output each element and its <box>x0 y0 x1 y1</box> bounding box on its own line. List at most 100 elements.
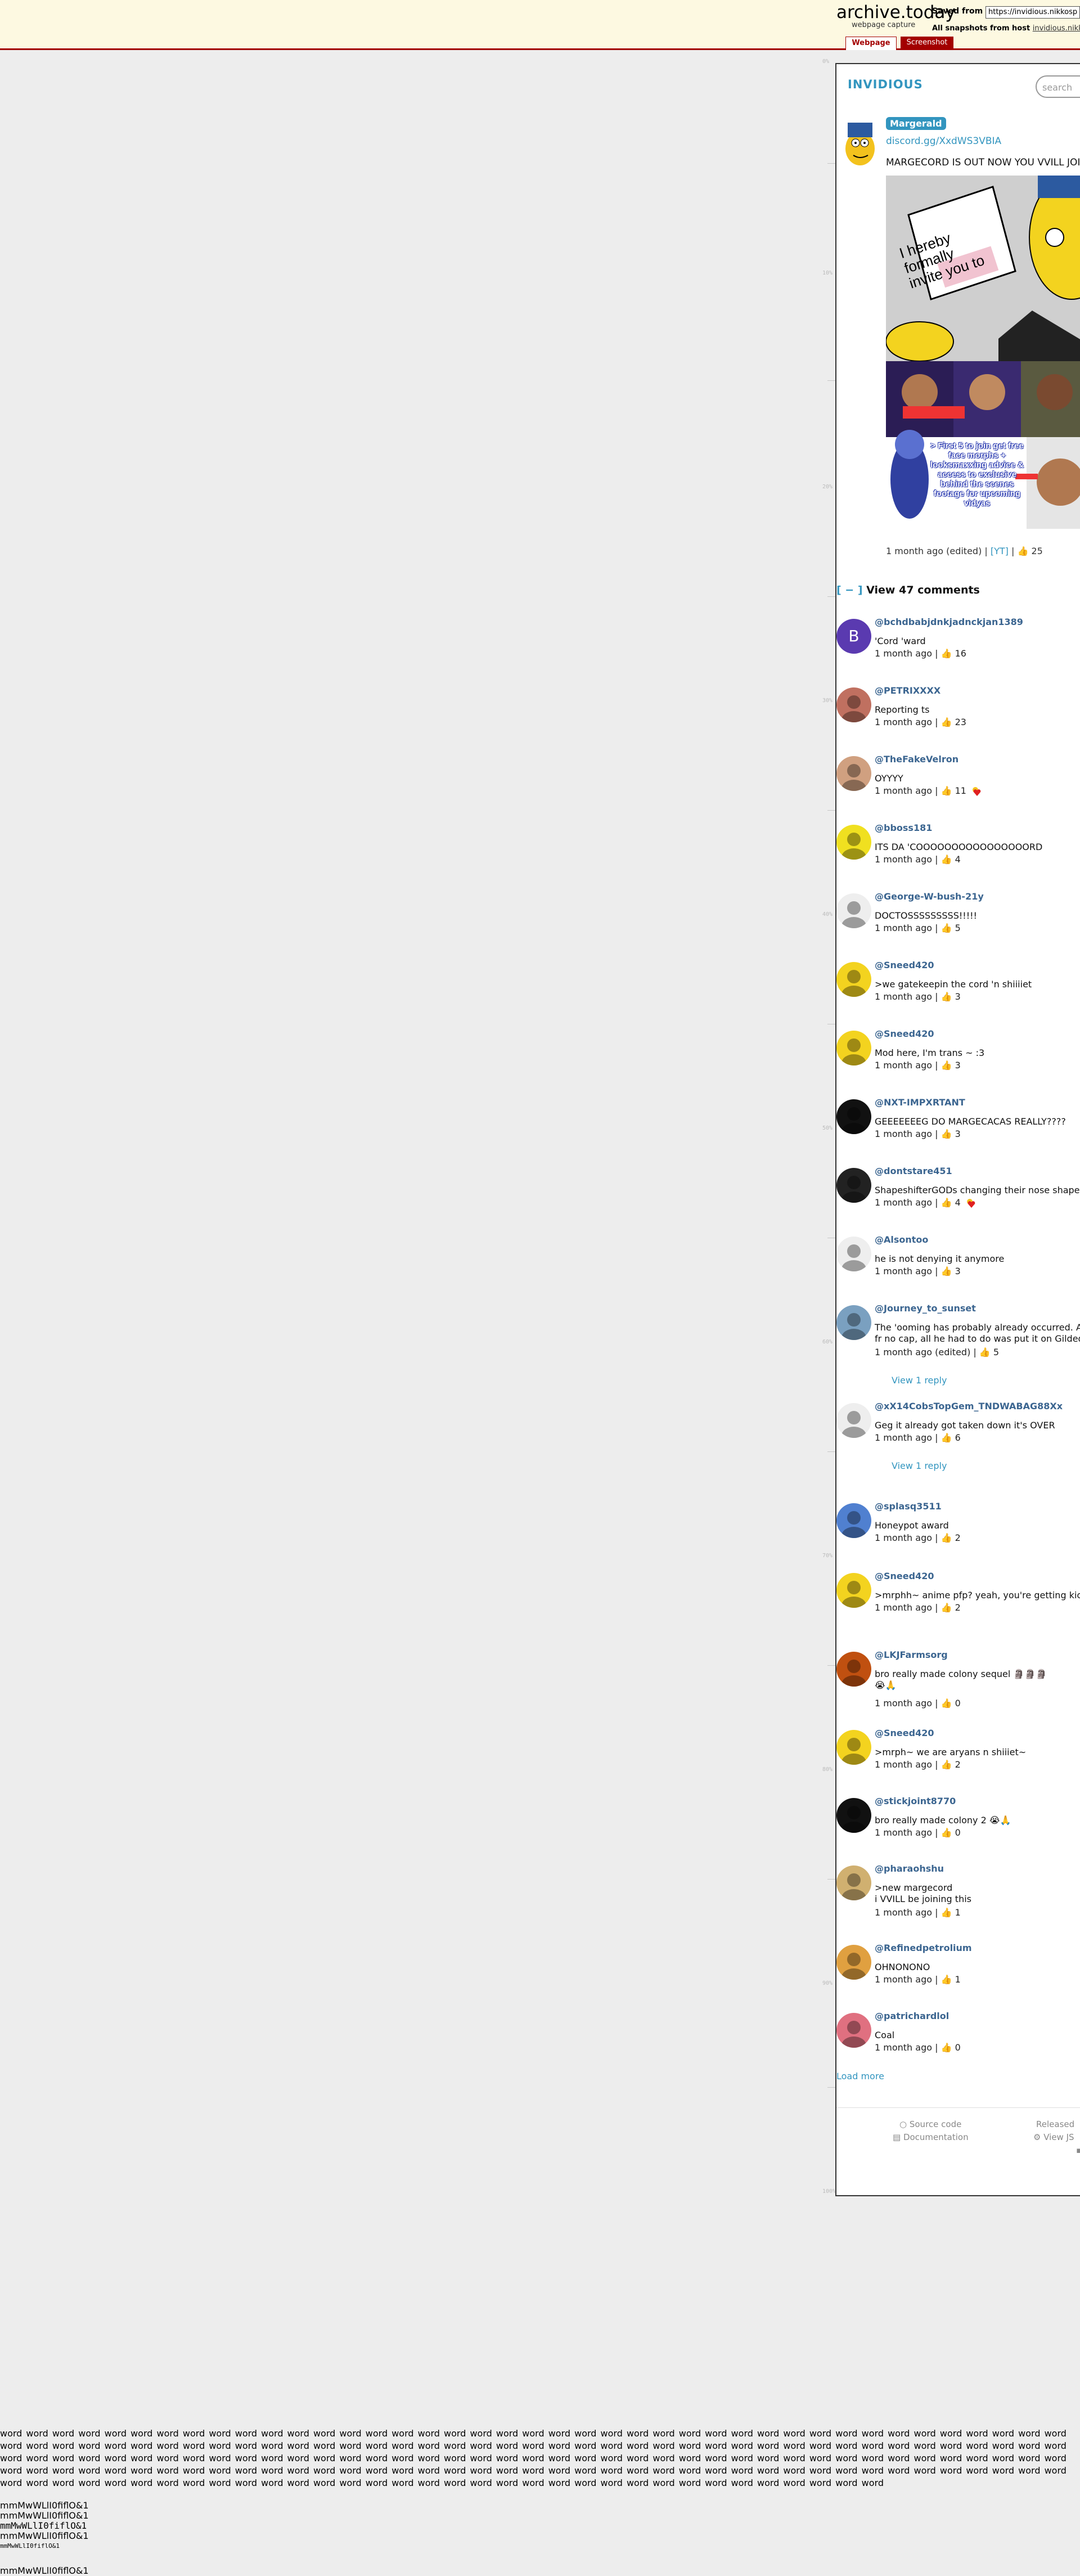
comment-avatar[interactable] <box>836 756 871 791</box>
comment-meta: 1 month ago | 👍 3 <box>875 1129 961 1139</box>
channel-avatar[interactable] <box>836 116 881 168</box>
comment-meta-text: 1 month ago | 👍 16 <box>875 648 966 659</box>
comment-text: he is not denying it anymore <box>875 1253 1005 1264</box>
view-replies-link[interactable]: View 1 reply <box>892 1375 947 1386</box>
tab-webpage[interactable]: Webpage <box>845 37 897 50</box>
comment: @splasq3511 Honeypot award 1 month ago | 👍… <box>836 1500 1080 1556</box>
comment-avatar[interactable] <box>836 1503 871 1538</box>
github-icon: ○ <box>899 2119 910 2129</box>
comment: @patrichardlol Coal 1 month ago | 👍 0 <box>836 2009 1080 2066</box>
comment-avatar[interactable] <box>836 1798 871 1833</box>
comment-avatar[interactable] <box>836 893 871 928</box>
comment-author[interactable]: @stickjoint8770 <box>875 1796 956 1806</box>
comment-meta: 1 month ago | 👍 6 <box>875 1432 961 1443</box>
comment-meta: 1 month ago | 👍 2 <box>875 1602 961 1613</box>
comment-avatar[interactable] <box>836 1403 871 1438</box>
comment-meta: 1 month ago | 👍 0 <box>875 2042 961 2053</box>
channel-name-badge[interactable]: Margerald <box>886 117 946 130</box>
comment-author[interactable]: @Sneed420 <box>875 1728 934 1738</box>
view-js-label[interactable]: View JS <box>1043 2132 1074 2142</box>
comment-meta: 1 month ago | 👍 5 <box>875 923 961 933</box>
comment-author[interactable]: @Sneed420 <box>875 1028 934 1039</box>
documentation-label[interactable]: Documentation <box>903 2132 969 2142</box>
font-sample-gap <box>0 2551 1080 2566</box>
ruler-mark: 60% <box>822 1339 833 1345</box>
comment-author[interactable]: @Sneed420 <box>875 1571 934 1581</box>
comment-author[interactable]: @pharaohshu <box>875 1863 944 1874</box>
comment-meta-text: 1 month ago | 👍 2 <box>875 1759 961 1770</box>
invidious-logo[interactable]: INVIDIOUS <box>848 78 923 91</box>
comment-author[interactable]: @dontstare451 <box>875 1166 952 1176</box>
comment: @Alsontoo he is not denying it anymore 1 m… <box>836 1233 1080 1289</box>
youtube-link[interactable]: [YT] <box>991 546 1009 556</box>
view-js-link[interactable]: ⚙ View JS <box>1033 2132 1074 2142</box>
comment-avatar[interactable] <box>836 1865 871 1900</box>
font-sample: mmMwWLlI0fiflO&1 <box>0 2510 89 2521</box>
comment-avatar[interactable] <box>836 1305 871 1340</box>
collapse-toggle[interactable]: [ − ] <box>836 584 863 596</box>
comment-author[interactable]: @bboss181 <box>875 822 932 833</box>
comment-text: OYYYY <box>875 773 903 784</box>
comment-author[interactable]: @George-W-bush-21y <box>875 891 984 902</box>
comment-meta: 1 month ago | 👍 16 <box>875 648 966 659</box>
source-code-link[interactable]: ○ Source code <box>899 2119 961 2129</box>
view-replies-link[interactable]: View 1 reply <box>892 1460 947 1471</box>
comment-avatar[interactable] <box>836 2013 871 2048</box>
comment-author[interactable]: @Journey_to_sunset <box>875 1303 976 1314</box>
comment-meta: 1 month ago | 👍 3 <box>875 991 961 1002</box>
comment-author[interactable]: @Sneed420 <box>875 960 934 970</box>
comment-meta-text: 1 month ago | 👍 2 <box>875 1602 961 1613</box>
comment-author[interactable]: @splasq3511 <box>875 1501 942 1512</box>
view-comments-label[interactable]: View 47 comments <box>866 584 980 596</box>
comment-author[interactable]: @patrichardlol <box>875 2011 949 2021</box>
comment-author[interactable]: @NXT-IMPXRTANT <box>875 1097 965 1108</box>
footer-icon: ▪ <box>1076 2145 1080 2155</box>
comment-avatar[interactable] <box>836 1730 871 1765</box>
comment-author[interactable]: @PETRIXXXX <box>875 685 940 696</box>
comment-author[interactable]: @xX14CobsTopGem_TNDWABAG88Xx <box>875 1401 1063 1411</box>
search-input[interactable]: search <box>1036 75 1080 98</box>
documentation-link[interactable]: ▤ Documentation <box>893 2132 969 2142</box>
comment-avatar[interactable] <box>836 825 871 860</box>
footer-divider <box>836 2107 1080 2108</box>
comment: @Sneed420 >mrph~ we are aryans n shiiiet~… <box>836 1727 1080 1783</box>
comment-avatar[interactable] <box>836 1652 871 1687</box>
comment-avatar[interactable]: B <box>836 619 871 654</box>
comment-author[interactable]: @LKJFarmsorg <box>875 1649 948 1660</box>
comment-avatar[interactable] <box>836 1237 871 1271</box>
comment-text: >mrph~ we are aryans n shiiiet~ <box>875 1747 1027 1757</box>
source-code-label[interactable]: Source code <box>910 2119 961 2129</box>
ruler-mark: 30% <box>822 698 833 704</box>
post-meta: 1 month ago (edited) | [YT] | 👍 25 <box>886 546 1043 556</box>
comment-avatar[interactable] <box>836 1945 871 1980</box>
saved-url-field[interactable]: https://invidious.nikkosp <box>986 6 1080 19</box>
comment-avatar[interactable] <box>836 1573 871 1608</box>
comment-author[interactable]: @Refinedpetrolium <box>875 1943 972 1953</box>
comment-author[interactable]: @bchdbabjdnkjadnckjan1389 <box>875 617 1023 627</box>
comment-avatar[interactable] <box>836 1031 871 1066</box>
comment-avatar[interactable] <box>836 687 871 722</box>
comment: @George-W-bush-21y DOCTOSSSSSSSSS!!!!! 1 m… <box>836 890 1080 946</box>
ruler-tick <box>827 596 835 597</box>
comment-avatar[interactable] <box>836 1099 871 1134</box>
creator-heart-icon <box>972 786 982 797</box>
comment-avatar[interactable] <box>836 962 871 997</box>
load-more-link[interactable]: Load more <box>836 2071 884 2082</box>
comment-meta: 1 month ago | 👍 3 <box>875 1060 961 1071</box>
comment-text: Coal <box>875 2030 895 2040</box>
all-snapshots: All snapshots from host invidious.nikkos… <box>932 24 1080 33</box>
tab-screenshot[interactable]: Screenshot <box>901 37 953 49</box>
comment-avatar[interactable] <box>836 1168 871 1203</box>
comment-meta-text: 1 month ago | 👍 1 <box>875 1907 961 1918</box>
view-comments-toggle[interactable]: [ − ] View 47 comments <box>836 584 980 596</box>
book-icon: ▤ <box>893 2132 903 2142</box>
comment-text: Honeypot award <box>875 1520 949 1531</box>
comment: @TheFakeVelron OYYYY 1 month ago | 👍 11 <box>836 753 1080 809</box>
comment-author[interactable]: @TheFakeVelron <box>875 754 958 765</box>
channel-link[interactable]: discord.gg/XxdWS3VBIA <box>886 136 1001 147</box>
comment-author[interactable]: @Alsontoo <box>875 1234 928 1245</box>
comment: @xX14CobsTopGem_TNDWABAG88Xx Geg it alrea… <box>836 1400 1080 1471</box>
font-sample: mmMwWLlI0fiflO&1 <box>0 2565 89 2576</box>
comment-meta-text: 1 month ago | 👍 0 <box>875 1698 961 1709</box>
host-link[interactable]: invidious.nikkosp <box>1033 24 1080 33</box>
